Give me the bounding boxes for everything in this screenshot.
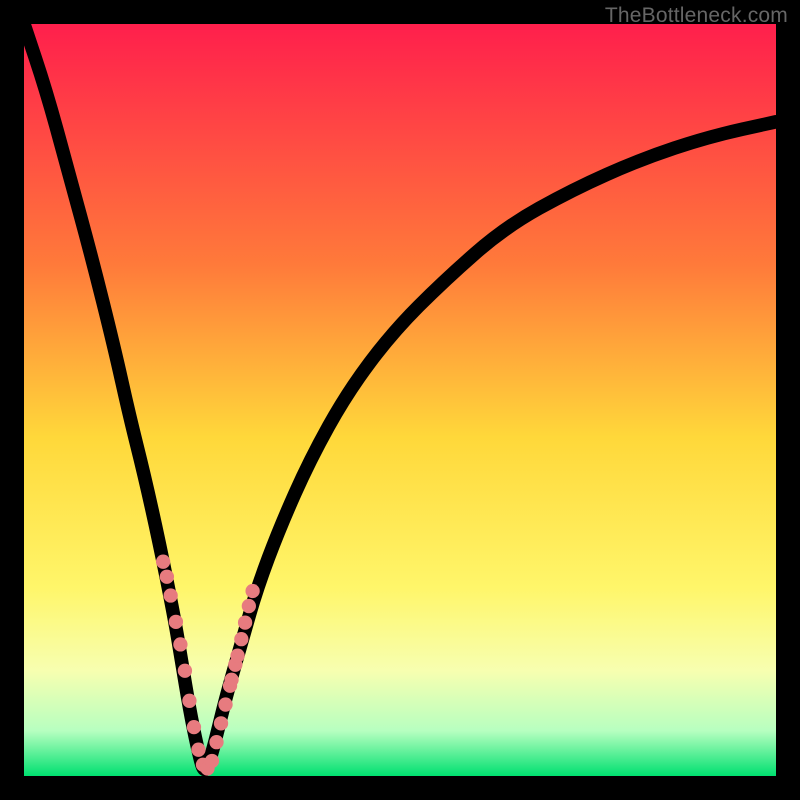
highlight-point [182, 694, 196, 708]
highlight-point [169, 615, 183, 629]
highlight-point [234, 632, 248, 646]
highlight-point [187, 720, 201, 734]
highlight-point [205, 754, 219, 768]
highlight-point [191, 743, 205, 757]
highlight-point [242, 599, 256, 613]
watermark-text: TheBottleneck.com [605, 4, 788, 28]
highlight-point [173, 637, 187, 651]
highlight-point [238, 615, 252, 629]
highlight-point [156, 555, 170, 569]
highlight-point [178, 664, 192, 678]
highlight-point [209, 735, 223, 749]
highlight-point [224, 673, 238, 687]
highlight-point [214, 716, 228, 730]
highlight-point [230, 649, 244, 663]
highlight-point [245, 584, 259, 598]
highlight-point [163, 588, 177, 602]
highlight-point [218, 697, 232, 711]
bottleneck-curve [24, 24, 776, 770]
highlight-point [160, 570, 174, 584]
curve-layer [24, 24, 776, 776]
plot-area [24, 24, 776, 776]
chart-frame: TheBottleneck.com [0, 0, 800, 800]
